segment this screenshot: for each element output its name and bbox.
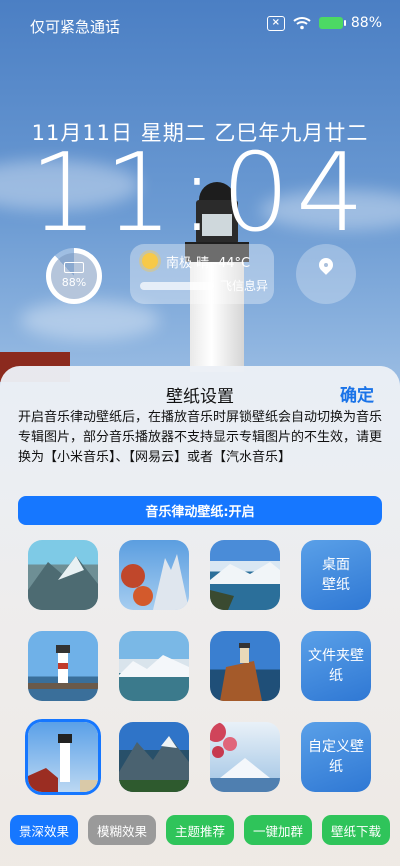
battery-icon: [64, 262, 84, 273]
carrier-text: 仅可紧急通话: [30, 18, 121, 36]
wallpaper-settings-sheet: 壁纸设置 确定 开启音乐律动壁纸后，在播放音乐时屏锁壁纸会自动切换为音乐专辑图片…: [0, 366, 400, 866]
wallpaper-thumb-mountain[interactable]: [28, 540, 98, 610]
lockscreen-clock: 11:04: [29, 131, 371, 256]
wallpaper-thumb-alps[interactable]: [119, 722, 189, 792]
wallpaper-download-button[interactable]: 壁纸下载: [322, 815, 390, 845]
wallpaper-thumb-peaks-autumn[interactable]: [119, 540, 189, 610]
wallpaper-thumb-cherry-blossom[interactable]: [210, 722, 280, 792]
bottom-action-bar: 景深效果 模糊效果 主题推荐 一键加群 壁纸下载: [10, 815, 390, 845]
weather-summary: 南极 晴 -44°C: [166, 256, 251, 271]
no-sim-icon: ×: [266, 15, 285, 31]
wallpaper-thumb-lighthouse-selected[interactable]: [28, 722, 98, 792]
wallpaper-thumb-glacier[interactable]: [119, 631, 189, 701]
weather-progress-bar: [140, 282, 214, 290]
music-wallpaper-toggle-button[interactable]: 音乐律动壁纸:开启: [18, 496, 382, 525]
wallpaper-thumb-cliff-lighthouse[interactable]: [210, 631, 280, 701]
battery-widget-percent: 88%: [61, 276, 87, 289]
depth-effect-button[interactable]: 景深效果: [10, 815, 78, 845]
sun-icon: [142, 253, 158, 269]
battery-icon: [318, 17, 346, 29]
battery-ring-widget[interactable]: 88%: [46, 248, 102, 304]
status-bar: 仅可紧急通话 × 88%: [0, 0, 400, 40]
weather-message: 飞信息异: [220, 279, 269, 293]
wifi-icon: [293, 17, 311, 30]
wallpaper-thumb-lighthouse[interactable]: [28, 631, 98, 701]
desktop-wallpaper-button[interactable]: 桌面壁纸: [301, 540, 371, 610]
confirm-button[interactable]: 确定: [340, 381, 374, 406]
sheet-description: 开启音乐律动壁纸后，在播放音乐时屏锁壁纸会自动切换为音乐专辑图片，部分音乐播放器…: [18, 410, 383, 465]
battery-percent: 88%: [350, 15, 382, 31]
wallpaper-thumb-fjord[interactable]: [210, 540, 280, 610]
theme-recommend-button[interactable]: 主题推荐: [166, 815, 234, 845]
custom-wallpaper-button[interactable]: 自定义壁纸: [301, 722, 371, 792]
folder-wallpaper-button[interactable]: 文件夹壁纸: [301, 631, 371, 701]
blur-effect-button[interactable]: 模糊效果: [88, 815, 156, 845]
weather-widget[interactable]: 南极 晴 -44°C 飞信息异: [130, 244, 274, 304]
join-group-button[interactable]: 一键加群: [244, 815, 312, 845]
location-widget[interactable]: [296, 244, 356, 304]
